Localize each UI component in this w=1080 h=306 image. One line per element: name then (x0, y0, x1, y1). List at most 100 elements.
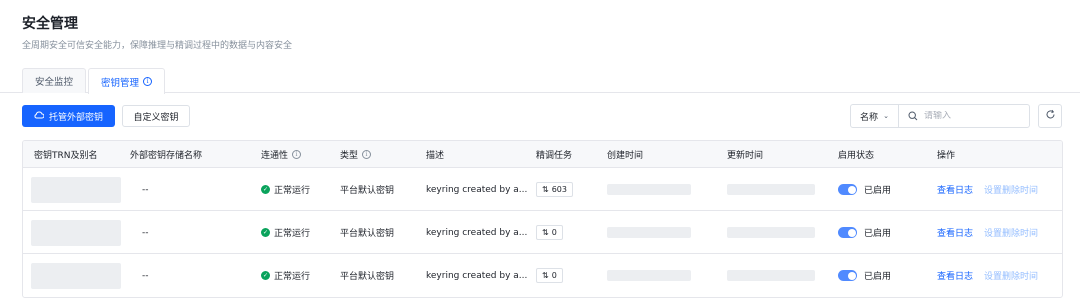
redacted-block (607, 270, 691, 281)
task-count-badge[interactable]: ⇅ 603 (536, 182, 573, 197)
tasks-cell: ⇅ 0 (536, 254, 563, 297)
type-cell: 平台默认密钥 (340, 272, 395, 282)
key-table: 密钥TRN及别名 外部密钥存储名称 连通性 i 类型 i 描述 精调任务 创建时间 … (22, 140, 1063, 298)
search-input[interactable] (924, 111, 1024, 121)
status-text: 正常运行 (274, 272, 311, 282)
button-label: 托管外部密钥 (48, 111, 103, 122)
redacted-block (727, 270, 815, 281)
column-header: 类型 i (340, 141, 372, 168)
tasks-cell: ⇅ 603 (536, 168, 573, 211)
enable-toggle[interactable] (838, 184, 857, 195)
enable-toggle[interactable] (838, 270, 857, 281)
table-row: -- ✓ 正常运行 平台默认密钥 keyring created by a... … (23, 211, 1062, 254)
cloud-icon (34, 111, 45, 121)
tune-icon: ⇅ (542, 185, 549, 194)
search-icon (908, 111, 918, 121)
redacted-block (607, 184, 691, 195)
column-header: 密钥TRN及别名 (34, 151, 98, 161)
tab-label: 密钥管理 (101, 77, 140, 89)
redacted-block (31, 219, 121, 246)
key-trn-cell (31, 211, 121, 254)
search-bar: 名称 ⌄ (850, 104, 1030, 128)
tune-icon: ⇅ (542, 271, 549, 280)
page-title: 安全管理 (22, 16, 78, 32)
task-count-badge[interactable]: ⇅ 0 (536, 225, 563, 240)
description-cell: keyring created by a... (426, 184, 528, 195)
check-circle-icon: ✓ (261, 185, 270, 194)
enabled-label: 已启用 (864, 186, 892, 196)
task-count-badge[interactable]: ⇅ 0 (536, 268, 563, 283)
enabled-label: 已启用 (864, 272, 892, 282)
tab-security-monitor[interactable]: 安全监控 (22, 68, 87, 93)
redacted-block (607, 227, 691, 238)
type-cell: 平台默认密钥 (340, 186, 395, 196)
view-log-link[interactable]: 查看日志 (937, 183, 973, 196)
connectivity-cell: ✓ 正常运行 (261, 254, 310, 297)
check-circle-icon: ✓ (261, 228, 270, 237)
set-delete-time-link[interactable]: 设置删除时间 (984, 269, 1038, 282)
tab-key-management[interactable]: 密钥管理 i (88, 68, 166, 94)
created-time-cell (607, 254, 691, 297)
search-field-select[interactable]: 名称 ⌄ (851, 105, 899, 127)
updated-time-cell (727, 254, 815, 297)
enable-toggle[interactable] (838, 227, 857, 238)
info-icon: i (143, 77, 153, 86)
column-header: 连通性 i (261, 141, 302, 168)
tab-label: 安全监控 (35, 77, 74, 88)
column-header: 外部密钥存储名称 (130, 151, 203, 161)
redacted-block (31, 262, 121, 289)
button-label: 自定义密钥 (133, 111, 179, 122)
enabled-cell: 已启用 (838, 254, 891, 297)
redacted-block (727, 184, 815, 195)
enabled-label: 已启用 (864, 229, 892, 239)
search-field-label: 名称 (860, 112, 879, 123)
column-header: 精调任务 (536, 151, 573, 161)
description-cell: keyring created by a... (426, 227, 528, 238)
actions-cell: 查看日志 设置删除时间 (937, 254, 1038, 297)
table-header: 密钥TRN及别名 外部密钥存储名称 连通性 i 类型 i 描述 精调任务 创建时间 … (23, 141, 1062, 168)
store-name-cell: -- (142, 270, 149, 281)
page-subtitle: 全周期安全可信安全能力，保障推理与精调过程中的数据与内容安全 (22, 41, 293, 51)
set-delete-time-link[interactable]: 设置删除时间 (984, 183, 1038, 196)
table-row: -- ✓ 正常运行 平台默认密钥 keyring created by a... … (23, 254, 1062, 297)
table-row: -- ✓ 正常运行 平台默认密钥 keyring created by a... … (23, 168, 1062, 211)
view-log-link[interactable]: 查看日志 (937, 226, 973, 239)
store-name-cell: -- (142, 184, 149, 195)
key-trn-cell (31, 168, 121, 211)
column-header: 操作 (937, 151, 956, 161)
created-time-cell (607, 168, 691, 211)
info-icon[interactable]: i (292, 150, 302, 159)
store-name-cell: -- (142, 227, 149, 238)
type-cell: 平台默认密钥 (340, 229, 395, 239)
tasks-cell: ⇅ 0 (536, 211, 563, 254)
updated-time-cell (727, 168, 815, 211)
set-delete-time-link[interactable]: 设置删除时间 (984, 226, 1038, 239)
redacted-block (31, 176, 121, 203)
enabled-cell: 已启用 (838, 168, 891, 211)
actions-cell: 查看日志 设置删除时间 (937, 211, 1038, 254)
view-log-link[interactable]: 查看日志 (937, 269, 973, 282)
actions-cell: 查看日志 设置删除时间 (937, 168, 1038, 211)
key-trn-cell (31, 254, 121, 297)
redacted-block (727, 227, 815, 238)
description-cell: keyring created by a... (426, 270, 528, 281)
custom-key-button[interactable]: 自定义密钥 (122, 105, 190, 127)
chevron-down-icon: ⌄ (883, 112, 889, 120)
column-header: 启用状态 (838, 151, 875, 161)
refresh-icon (1045, 109, 1056, 123)
connectivity-cell: ✓ 正常运行 (261, 168, 310, 211)
info-icon[interactable]: i (362, 150, 372, 159)
status-text: 正常运行 (274, 186, 311, 196)
column-header: 描述 (426, 151, 445, 161)
enabled-cell: 已启用 (838, 211, 891, 254)
updated-time-cell (727, 211, 815, 254)
refresh-button[interactable] (1038, 104, 1062, 128)
created-time-cell (607, 211, 691, 254)
host-external-key-button[interactable]: 托管外部密钥 (22, 105, 115, 127)
check-circle-icon: ✓ (261, 271, 270, 280)
tune-icon: ⇅ (542, 228, 549, 237)
status-text: 正常运行 (274, 229, 311, 239)
tab-bar: 安全监控 密钥管理 i (22, 68, 167, 94)
connectivity-cell: ✓ 正常运行 (261, 211, 310, 254)
column-header: 创建时间 (607, 151, 644, 161)
